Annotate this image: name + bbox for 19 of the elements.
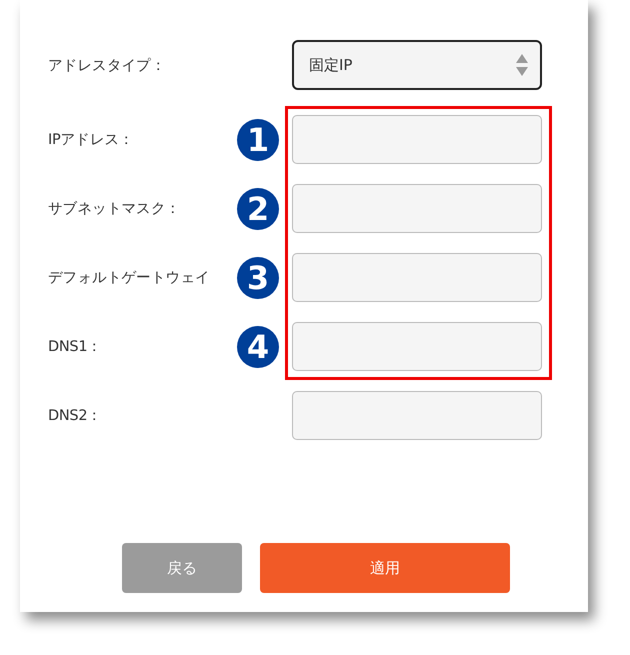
number-marker: 1 [237, 118, 279, 160]
apply-button[interactable]: 適用 [260, 543, 510, 593]
field-label: デフォルトゲートウェイ [48, 269, 210, 287]
number-marker: 3 [237, 256, 279, 298]
number-marker: 2 [237, 188, 279, 230]
field-label: DNS1： [48, 338, 102, 356]
up-down-arrows-icon [516, 53, 528, 77]
input-field[interactable] [292, 253, 542, 302]
input-field[interactable] [292, 115, 542, 164]
field-label: IPアドレス： [48, 131, 134, 149]
address-type-select[interactable]: 固定IP [292, 40, 542, 90]
input-field[interactable] [292, 391, 542, 440]
back-button[interactable]: 戻る [122, 543, 242, 593]
input-field[interactable] [292, 184, 542, 233]
field-label: サブネットマスク： [48, 200, 180, 218]
number-marker: 4 [237, 326, 279, 368]
field-label: アドレスタイプ： [48, 56, 166, 74]
input-field[interactable] [292, 322, 542, 371]
field-label: DNS2： [48, 407, 102, 425]
